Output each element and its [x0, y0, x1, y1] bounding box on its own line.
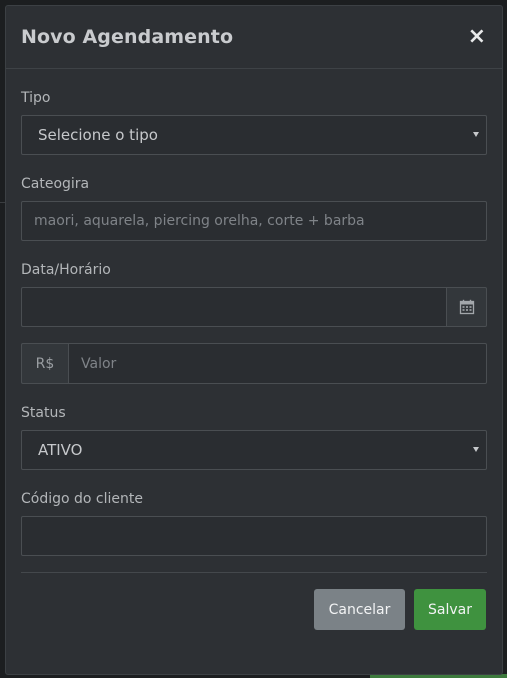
valor-input[interactable]: Valor — [68, 343, 487, 384]
categoria-input[interactable]: maori, aquarela, piercing orelha, corte … — [21, 201, 487, 241]
status-label: Status — [21, 405, 66, 421]
categoria-label: Cateogira — [21, 176, 90, 192]
data-horario-label: Data/Horário — [21, 262, 111, 278]
status-select-value: ATIVO — [38, 441, 83, 459]
categoria-placeholder: maori, aquarela, piercing orelha, corte … — [34, 213, 365, 229]
valor-placeholder: Valor — [81, 355, 117, 372]
close-icon[interactable]: × — [468, 26, 486, 48]
footer-divider — [21, 572, 487, 573]
save-button[interactable]: Salvar — [414, 589, 486, 630]
status-select[interactable]: ATIVO — [21, 430, 487, 470]
chevron-down-icon — [473, 132, 479, 137]
codigo-cliente-input[interactable] — [21, 516, 487, 556]
codigo-cliente-label: Código do cliente — [21, 491, 143, 507]
valor-group: R$ Valor — [21, 343, 487, 384]
modal-title: Novo Agendamento — [21, 26, 234, 48]
data-horario-input[interactable] — [21, 287, 446, 327]
calendar-icon[interactable] — [446, 287, 487, 327]
modal-footer: Cancelar Salvar — [6, 589, 502, 630]
calendar-icon-svg — [459, 299, 474, 315]
modal-header: Novo Agendamento × — [6, 6, 502, 69]
cancel-button[interactable]: Cancelar — [314, 589, 405, 630]
chevron-down-icon — [473, 447, 479, 452]
tipo-select-value: Selecione o tipo — [38, 126, 158, 144]
new-appointment-modal: Novo Agendamento × Tipo Selecione o tipo… — [5, 5, 503, 675]
tipo-label: Tipo — [21, 90, 51, 106]
currency-prefix: R$ — [21, 343, 68, 384]
data-horario-group — [21, 287, 487, 327]
tipo-select[interactable]: Selecione o tipo — [21, 115, 487, 155]
modal-body: Tipo Selecione o tipo Cateogira maori, a… — [6, 90, 502, 573]
